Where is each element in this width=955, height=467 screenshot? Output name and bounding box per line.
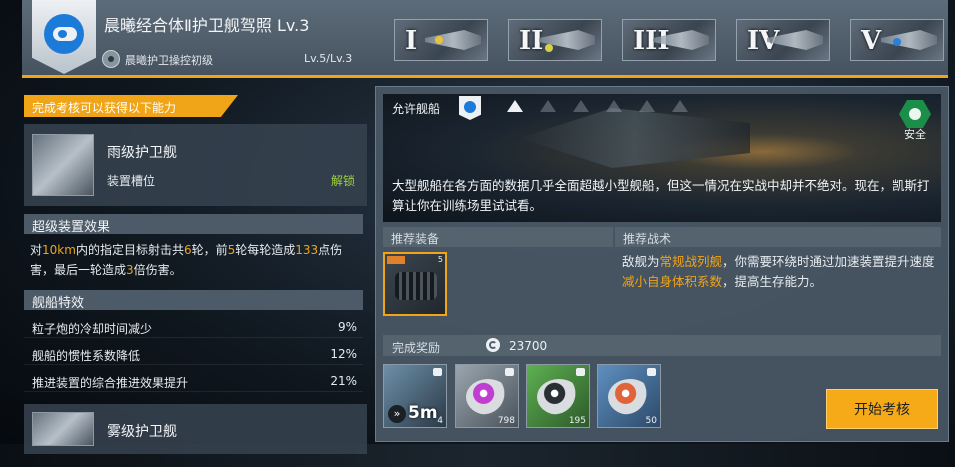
reward-badge: 5m	[408, 403, 438, 423]
super-effect-description: 对10km内的指定目标射击共6轮，前5轮每轮造成133点伤害，最后一轮造成3倍伤…	[30, 243, 343, 277]
reward-count: 4	[437, 416, 443, 426]
ship-silhouette-icon	[425, 30, 481, 50]
device-type-tag	[387, 256, 405, 264]
reward-count: 798	[497, 416, 515, 426]
trait-row: 舰船的惯性系数降低 12%	[24, 342, 363, 365]
thruster-device-icon	[395, 272, 437, 300]
reward-item[interactable]: 50	[597, 364, 661, 428]
allowed-ships-label: 允许舰船	[392, 102, 441, 116]
frigate-thumbnail-icon	[32, 134, 94, 196]
tier-tab-2[interactable]: II	[508, 19, 602, 61]
ship-card-rain-frigate[interactable]	[24, 124, 367, 206]
safety-label: 安全	[904, 128, 926, 141]
trait-value: 9%	[337, 320, 357, 334]
credit-icon	[486, 338, 500, 352]
trait-row: 粒子炮的冷却时间减少 9%	[24, 315, 363, 338]
speed-boost-icon: »	[388, 405, 406, 423]
ship-name: 雾级护卫舰	[107, 424, 177, 440]
reward-item[interactable]: » 5m 4	[383, 364, 447, 428]
unlock-status: 解锁	[331, 174, 356, 188]
recommended-tactics-heading: 推荐战术	[615, 227, 941, 247]
ship-traits-heading: 舰船特效	[24, 290, 363, 311]
control-skill-label: 晨曦护卫操控初级	[125, 54, 213, 67]
tier-tab-5[interactable]: V	[850, 19, 944, 61]
reward-label: 完成奖励	[392, 341, 441, 355]
tier-numeral: I	[405, 26, 418, 56]
reward-bar	[383, 335, 941, 356]
reward-item[interactable]: 798	[455, 364, 519, 428]
reward-count: 50	[645, 416, 657, 426]
reward-count: 195	[568, 416, 586, 426]
ship-class-triangle-icon	[540, 100, 556, 112]
lock-icon	[647, 368, 656, 376]
ship-silhouette-icon	[881, 30, 937, 50]
control-skill-level: Lv.5/Lv.3	[304, 52, 353, 65]
tier-tab-4[interactable]: IV	[736, 19, 830, 61]
trait-label: 舰船的惯性系数降低	[32, 349, 141, 363]
trait-row: 推进装置的综合推进效果提升 21%	[24, 369, 363, 392]
reward-item[interactable]: 195	[526, 364, 590, 428]
credit-amount: 23700	[509, 339, 548, 353]
tier-numeral: V	[861, 26, 882, 56]
purple-ore-icon	[466, 379, 510, 415]
ship-card-mist-frigate[interactable]	[24, 404, 367, 454]
device-slot-label: 装置槽位	[107, 174, 156, 188]
ship-name: 雨级护卫舰	[107, 145, 177, 161]
tier-tab-3[interactable]: III	[622, 19, 716, 61]
frigate-thumbnail-icon	[32, 412, 94, 446]
control-skill-icon	[102, 50, 120, 68]
ship-class-triangle-icon	[507, 100, 523, 112]
lock-icon	[505, 368, 514, 376]
device-level: 5	[437, 255, 443, 264]
license-title: 晨曦经合体Ⅱ护卫舰驾照 Lv.3	[104, 16, 310, 35]
orange-ore-icon	[608, 379, 652, 415]
trait-label: 粒子炮的冷却时间减少	[32, 322, 153, 336]
silver-ore-icon	[537, 379, 581, 415]
ship-class-triangle-icon	[672, 100, 688, 112]
tactic-description: 敌舰为常规战列舰，你需要环绕时通过加速装置提升速度减小自身体积系数，提高生存能力…	[622, 254, 935, 289]
super-effect-heading: 超级装置效果	[24, 214, 363, 235]
tier-tab-1[interactable]: I	[394, 19, 488, 61]
trait-value: 21%	[330, 374, 357, 388]
trait-value: 12%	[330, 347, 357, 361]
lock-icon	[576, 368, 585, 376]
ship-class-triangle-icon	[573, 100, 589, 112]
ship-class-triangle-icon	[639, 100, 655, 112]
start-exam-button[interactable]: 开始考核	[826, 389, 938, 429]
ship-class-triangle-icon	[606, 100, 622, 112]
trait-label: 推进装置的综合推进效果提升	[32, 376, 189, 390]
recommended-equipment-heading: 推荐装备	[383, 227, 613, 247]
unlock-banner: 完成考核可以获得以下能力	[24, 95, 238, 117]
recommended-device-item[interactable]: 5	[383, 252, 447, 316]
scenario-description: 大型舰船在各方面的数据几乎全面超越小型舰船，但这一情况在实战中却并不绝对。现在，…	[392, 178, 930, 213]
lock-icon	[433, 368, 442, 376]
